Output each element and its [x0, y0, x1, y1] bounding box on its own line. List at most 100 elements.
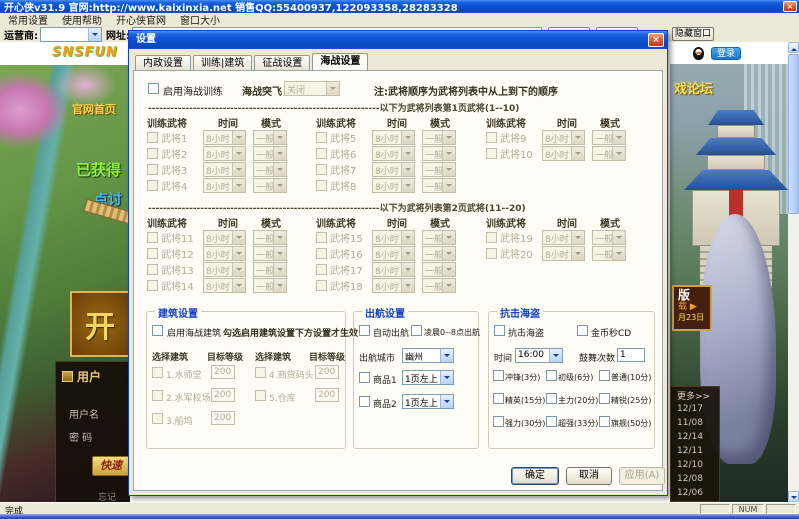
general-checkbox[interactable]	[316, 232, 327, 243]
mode-select[interactable]: 一般	[422, 146, 456, 161]
forgot-password-link[interactable]: 忘记	[98, 490, 116, 502]
time-select[interactable]: 8小时	[372, 178, 415, 193]
time-select[interactable]: 8小时	[203, 162, 246, 177]
pirate-time-select[interactable]: 16:00	[515, 348, 563, 363]
pirate-level-checkbox[interactable]	[546, 370, 557, 381]
window-close-button[interactable]: ×	[783, 1, 797, 12]
tab-naval-settings[interactable]: 海战设置	[312, 53, 368, 71]
scroll-down-icon[interactable]	[788, 491, 799, 502]
time-select[interactable]: 8小时	[203, 146, 246, 161]
news-date[interactable]: 12/06	[677, 486, 719, 500]
general-checkbox[interactable]	[147, 248, 158, 259]
general-checkbox[interactable]	[147, 264, 158, 275]
goods2-checkbox[interactable]	[359, 396, 370, 407]
general-checkbox[interactable]	[316, 248, 327, 259]
time-select[interactable]: 8小时	[542, 130, 585, 145]
cheer-count-input[interactable]	[617, 348, 645, 362]
pirate-level-checkbox[interactable]	[493, 416, 504, 427]
time-select[interactable]: 8小时	[203, 262, 246, 277]
mode-select[interactable]: 一般	[592, 246, 626, 261]
apply-button[interactable]: 应用(A)	[619, 467, 665, 485]
mode-select[interactable]: 一般	[253, 246, 287, 261]
scroll-up-icon[interactable]	[788, 42, 799, 53]
general-checkbox[interactable]	[486, 148, 497, 159]
mode-select[interactable]: 一般	[422, 246, 456, 261]
gold-cd-checkbox[interactable]	[577, 325, 588, 336]
night-sail-checkbox[interactable]	[411, 325, 422, 336]
goods2-select[interactable]: 1页左上	[402, 394, 454, 409]
more-link[interactable]: 更多>>	[677, 392, 710, 402]
pirate-level-checkbox[interactable]	[546, 416, 557, 427]
general-checkbox[interactable]	[316, 164, 327, 175]
general-checkbox[interactable]	[147, 132, 158, 143]
ok-button[interactable]: 确定	[511, 467, 559, 485]
time-select[interactable]: 8小时	[203, 278, 246, 293]
mode-select[interactable]: 一般	[253, 146, 287, 161]
mode-select[interactable]: 一般	[253, 130, 287, 145]
building-level-input[interactable]	[211, 388, 235, 402]
hide-window-button[interactable]: 隐藏窗口	[672, 27, 714, 41]
time-select[interactable]: 8小时	[372, 146, 415, 161]
menu-window-size[interactable]: 窗口大小	[180, 12, 220, 27]
mode-select[interactable]: 一般	[422, 262, 456, 277]
time-select[interactable]: 8小时	[542, 230, 585, 245]
time-select[interactable]: 8小时	[203, 230, 246, 245]
menu-common-settings[interactable]: 常用设置	[8, 12, 48, 27]
time-select[interactable]: 8小时	[203, 178, 246, 193]
mode-select[interactable]: 一般	[422, 230, 456, 245]
time-select[interactable]: 8小时	[372, 246, 415, 261]
qq-login-button[interactable]: 登录	[711, 47, 741, 60]
naval-rush-select[interactable]: 关闭	[284, 81, 340, 96]
general-checkbox[interactable]	[316, 180, 327, 191]
building-level-input[interactable]	[315, 365, 339, 379]
mode-select[interactable]: 一般	[422, 178, 456, 193]
general-checkbox[interactable]	[147, 148, 158, 159]
mode-select[interactable]: 一般	[422, 130, 456, 145]
mode-select[interactable]: 一般	[422, 162, 456, 177]
pirate-level-checkbox[interactable]	[493, 370, 504, 381]
auto-sail-checkbox[interactable]	[359, 325, 370, 336]
mode-select[interactable]: 一般	[592, 230, 626, 245]
building-checkbox[interactable]	[255, 390, 266, 401]
news-date[interactable]: 12/08	[677, 472, 719, 486]
news-date[interactable]: 12/11	[677, 444, 719, 458]
time-select[interactable]: 8小时	[372, 130, 415, 145]
general-checkbox[interactable]	[486, 248, 497, 259]
general-checkbox[interactable]	[486, 132, 497, 143]
scroll-thumb[interactable]	[788, 54, 799, 214]
tab-internal-settings[interactable]: 内政设置	[135, 55, 191, 71]
time-select[interactable]: 8小时	[542, 146, 585, 161]
building-checkbox[interactable]	[255, 367, 266, 378]
page-scrollbar[interactable]	[788, 42, 799, 502]
news-date[interactable]: 11/08	[677, 416, 719, 430]
pirate-level-checkbox[interactable]	[493, 393, 504, 404]
general-checkbox[interactable]	[486, 232, 497, 243]
general-checkbox[interactable]	[147, 180, 158, 191]
menu-official-site[interactable]: 开心侠官网	[116, 12, 166, 27]
time-select[interactable]: 8小时	[542, 246, 585, 261]
cancel-button[interactable]: 取消	[566, 467, 612, 485]
enable-naval-building-checkbox[interactable]	[152, 325, 163, 336]
pirate-level-checkbox[interactable]	[599, 393, 610, 404]
anti-pirate-checkbox[interactable]	[494, 325, 505, 336]
mode-select[interactable]: 一般	[592, 146, 626, 161]
goods1-checkbox[interactable]	[359, 372, 370, 383]
mode-select[interactable]: 一般	[253, 230, 287, 245]
operator-select[interactable]	[40, 27, 102, 42]
time-select[interactable]: 8小时	[372, 230, 415, 245]
news-date[interactable]: 12/14	[677, 430, 719, 444]
building-level-input[interactable]	[211, 365, 235, 379]
news-date[interactable]: 12/17	[677, 402, 719, 416]
building-checkbox[interactable]	[152, 390, 163, 401]
building-level-input[interactable]	[211, 411, 235, 425]
goods1-select[interactable]: 1页左上	[402, 370, 454, 385]
general-checkbox[interactable]	[147, 280, 158, 291]
building-checkbox[interactable]	[152, 413, 163, 424]
time-select[interactable]: 8小时	[203, 246, 246, 261]
official-home-link[interactable]: 官网首页	[72, 101, 116, 117]
time-select[interactable]: 8小时	[372, 162, 415, 177]
pirate-level-checkbox[interactable]	[546, 393, 557, 404]
general-checkbox[interactable]	[147, 164, 158, 175]
tab-training-building[interactable]: 训练|建筑	[193, 55, 252, 71]
time-select[interactable]: 8小时	[372, 278, 415, 293]
